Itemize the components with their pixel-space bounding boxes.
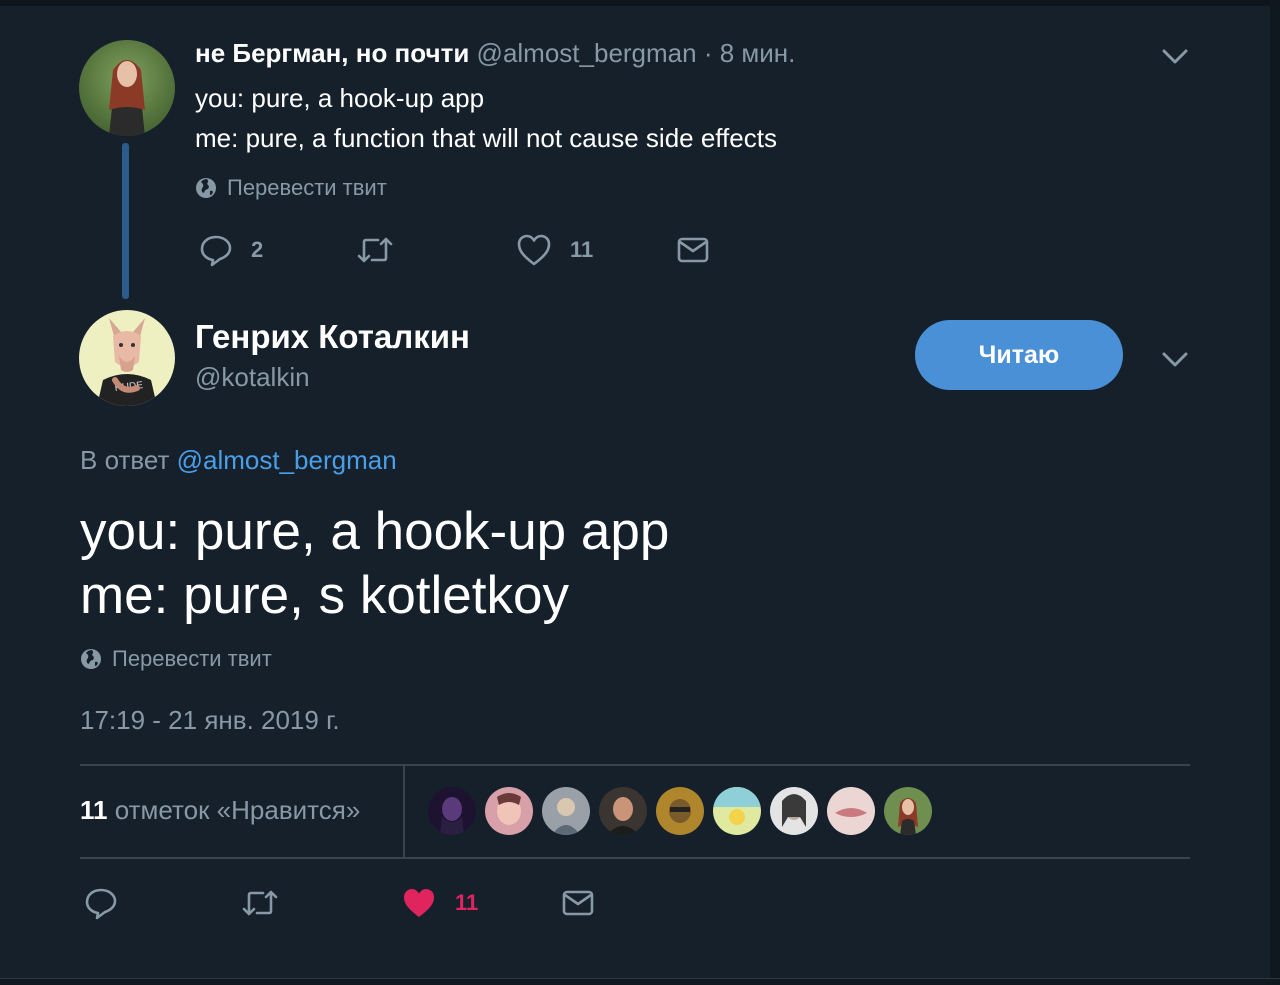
following-button[interactable]: Читаю [915, 320, 1123, 390]
reply-prefix: В ответ [80, 445, 170, 475]
liker-avatar[interactable] [656, 787, 704, 835]
likes-stat-label: отметок «Нравится» [114, 795, 361, 825]
globe-icon [196, 178, 216, 198]
tweet-timestamp[interactable]: 17:19 - 21 янв. 2019 г. [80, 705, 340, 736]
parent-retweet-button[interactable] [356, 233, 394, 267]
parent-display-name[interactable]: не Бергман, но почти [195, 38, 469, 68]
retweet-icon [357, 237, 393, 263]
window-bottom-edge [0, 978, 1280, 985]
heart-outline-icon [517, 234, 551, 266]
translate-label: Перевести твит [112, 646, 272, 671]
parent-tweet-header: не Бергман, но почти @almost_bergman · 8… [195, 38, 795, 69]
parent-reply-button[interactable]: 2 [199, 233, 263, 267]
reply-bubble-icon [85, 888, 117, 920]
reply-bubble-icon [200, 235, 232, 267]
like-count: 11 [570, 237, 594, 262]
liker-avatar[interactable] [713, 787, 761, 835]
parent-tweet-line: me: pure, a function that will not cause… [195, 123, 777, 153]
like-count: 11 [455, 890, 479, 915]
translate-tweet-link[interactable]: Перевести твит [195, 175, 387, 201]
main-display-name[interactable]: Генрих Коталкин [195, 318, 470, 356]
main-handle[interactable]: @kotalkin [195, 362, 310, 393]
liker-avatar[interactable] [542, 787, 590, 835]
liker-avatar[interactable] [599, 787, 647, 835]
thread-connector [122, 143, 129, 299]
main-tweet-line: me: pure, s kotletkoy [80, 566, 569, 625]
translate-label: Перевести твит [227, 175, 387, 200]
translate-tweet-link[interactable]: Перевести твит [80, 646, 272, 672]
envelope-icon [677, 237, 709, 263]
liker-avatar[interactable] [770, 787, 818, 835]
chevron-down-icon[interactable] [1160, 44, 1190, 68]
parent-handle[interactable]: @almost_bergman [477, 38, 697, 68]
liker-avatar[interactable] [485, 787, 533, 835]
parent-tweet-text: you: pure, a hook-up app me: pure, a fun… [195, 78, 777, 158]
retweet-button[interactable] [241, 886, 279, 920]
liker-avatar[interactable] [428, 787, 476, 835]
avatar-kotalkin[interactable]: RUDE [79, 310, 175, 406]
likes-stat-count: 11 [80, 795, 108, 825]
reply-count: 2 [251, 237, 264, 262]
scrollbar-track[interactable] [1270, 0, 1280, 985]
heart-filled-icon [404, 889, 434, 917]
envelope-icon [562, 890, 594, 916]
liker-avatar[interactable] [884, 787, 932, 835]
stats-divider-vertical [403, 765, 405, 858]
retweet-icon [242, 890, 278, 916]
avatar-almost-bergman[interactable] [79, 40, 175, 136]
like-button[interactable]: 11 [401, 886, 478, 920]
globe-icon [81, 649, 101, 669]
main-tweet-line: you: pure, a hook-up app [80, 502, 670, 561]
likes-stat[interactable]: 11 отметок «Нравится» [80, 795, 360, 826]
likers-avatars [428, 787, 932, 835]
reply-context: В ответ @almost_bergman [80, 445, 397, 476]
parent-time[interactable]: · 8 мин. [704, 38, 796, 68]
chevron-down-icon[interactable] [1160, 347, 1190, 371]
window-top-edge [0, 0, 1280, 6]
reply-to-link[interactable]: @almost_bergman [177, 445, 397, 475]
stats-divider-top [80, 764, 1190, 766]
parent-dm-button[interactable] [676, 235, 710, 265]
parent-like-button[interactable]: 11 [516, 233, 593, 267]
main-tweet-text: you: pure, a hook-up app me: pure, s kot… [80, 500, 669, 628]
parent-tweet-line: you: pure, a hook-up app [195, 83, 485, 113]
reply-button[interactable] [84, 886, 118, 920]
dm-button[interactable] [561, 888, 595, 918]
liker-avatar[interactable] [827, 787, 875, 835]
stats-divider-bottom [80, 857, 1190, 859]
